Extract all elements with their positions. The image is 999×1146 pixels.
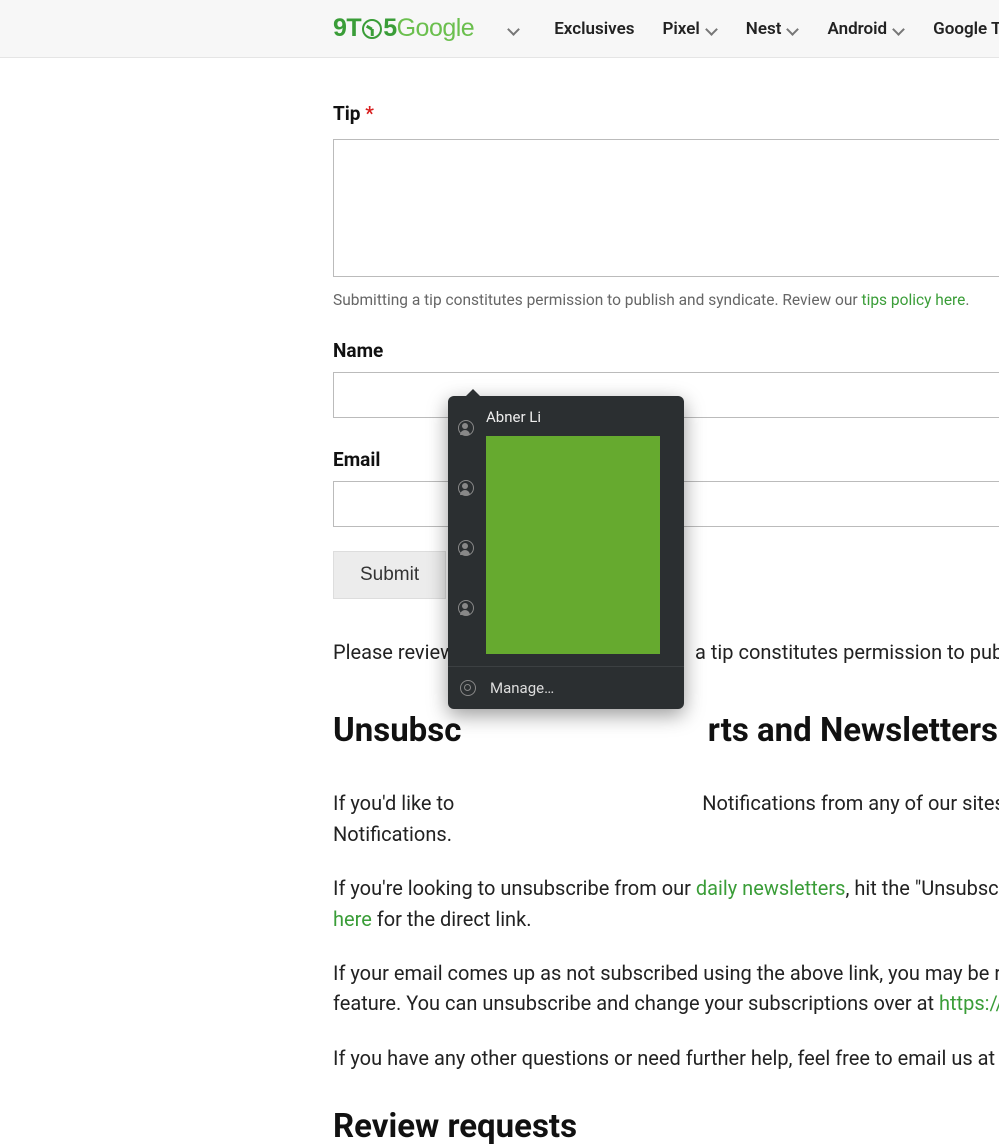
nav-exclusives[interactable]: Exclusives (554, 19, 634, 39)
tip-hint: Submitting a tip constitutes permission … (333, 291, 999, 309)
chevron-down-icon (893, 23, 905, 35)
logo-google: Google (397, 14, 475, 43)
here-link[interactable]: here (333, 907, 372, 931)
site-header: 9 T 5 Google Exclusives Pixel Nest Andro… (0, 0, 999, 58)
tip-textarea[interactable] (333, 139, 999, 277)
tip-label: Tip * (333, 102, 999, 125)
main-nav: Exclusives Pixel Nest Android Google TV (554, 19, 999, 39)
questions-paragraph: If you have any other questions or need … (333, 1043, 999, 1073)
autofill-body: Abner Li (448, 396, 684, 666)
person-icon[interactable] (458, 540, 474, 556)
nav-pixel[interactable]: Pixel (662, 19, 717, 39)
clock-icon (362, 19, 382, 39)
nav-googletv[interactable]: Google TV (933, 19, 999, 39)
chevron-down-icon (706, 23, 718, 35)
submit-button[interactable]: Submit (333, 551, 446, 599)
autofill-preview-card (486, 436, 660, 654)
autofill-icon-column (458, 408, 474, 654)
person-icon[interactable] (458, 420, 474, 436)
notifications-paragraph: If you'd like to Notifications from any … (333, 788, 999, 849)
person-icon[interactable] (458, 600, 474, 616)
wordpress-link[interactable]: https://wo (939, 991, 999, 1015)
chevron-down-icon (787, 23, 799, 35)
notsubscribed-paragraph: If your email comes up as not subscribed… (333, 958, 999, 1019)
nav-nest[interactable]: Nest (746, 19, 800, 39)
autofill-suggestion[interactable]: Abner Li (486, 408, 672, 654)
newsletters-paragraph: If you're looking to unsubscribe from ou… (333, 873, 999, 934)
site-logo[interactable]: 9 T 5 Google (333, 14, 474, 43)
logo-to5: T 5 (346, 14, 396, 43)
autofill-footer[interactable]: Manage… (448, 666, 684, 709)
person-icon[interactable] (458, 480, 474, 496)
autofill-name: Abner Li (486, 408, 672, 426)
tips-policy-link[interactable]: tips policy here (862, 291, 966, 309)
review-requests-heading: Review requests (333, 1107, 999, 1146)
autofill-popup: Abner Li Manage… (448, 396, 684, 709)
daily-newsletters-link[interactable]: daily newsletters (696, 876, 846, 900)
unsubscribe-heading: Unsubsc rts and Newsletters (333, 711, 999, 750)
manage-label: Manage… (490, 679, 554, 697)
logo-nine: 9 (333, 14, 346, 43)
required-marker: * (365, 102, 374, 125)
name-label: Name (333, 339, 999, 362)
nav-android[interactable]: Android (827, 19, 905, 39)
chrome-icon (460, 680, 476, 696)
